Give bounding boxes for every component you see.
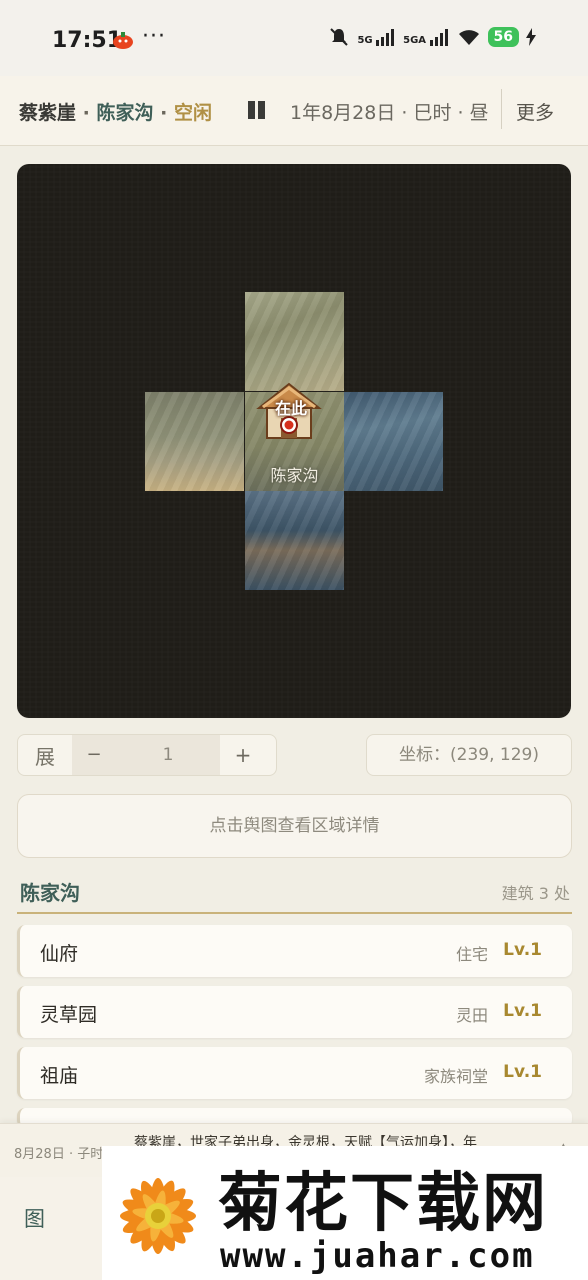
location-name[interactable]: 陈家沟 [96,102,153,124]
building-type: 灵田 [455,1006,488,1025]
building-name: 仙府 [40,943,79,965]
map-tile-east[interactable] [344,392,443,491]
player-name[interactable]: 蔡紫崖 [19,102,76,124]
building-count: 建筑 3 处 [501,884,570,903]
building-type: 家族祠堂 [423,1067,488,1086]
more-button[interactable]: 更多 [516,98,554,125]
section-divider [17,912,572,914]
building-name: 祖庙 [40,1065,79,1087]
zoom-label: 展 [35,744,55,769]
building-type: 住宅 [455,945,488,964]
game-header: 蔡紫崖 · 陈家沟 · 空闲 1年8月28日 · 巳时 · 昼 更多 [0,76,588,146]
map-tile-south[interactable] [245,491,344,590]
building-level: Lv.1 [503,1062,542,1082]
watermark-url: www.juahar.com [220,1236,535,1276]
separator: · [160,102,168,124]
map-tile-west[interactable] [145,392,244,491]
signal-5g-icon: 5G [357,28,396,46]
building-item[interactable]: 灵草园 灵田 Lv.1 [17,986,572,1038]
log-timestamp: 8月28日 · 子时 [14,1147,104,1162]
separator: · [82,102,90,124]
watermark-title: 菊花下载网 [218,1167,548,1241]
region-detail-button[interactable]: 点击舆图查看区域详情 [17,794,572,858]
game-date: 1年8月28日 · 巳时 · 昼 [290,102,489,124]
map-tile-north[interactable] [245,292,344,391]
current-location-marker: 在此 [275,399,308,418]
coordinates-display: 坐标：(239, 129) [366,734,572,776]
building-level: Lv.1 [503,1001,542,1021]
app-notification-icon [113,32,133,49]
building-level: Lv.1 [503,940,542,960]
building-name: 灵草园 [40,1004,98,1026]
chrysanthemum-logo-icon [120,1178,196,1254]
status-bar: 17:51 ··· 5G 5GA 56 [0,0,588,76]
building-item[interactable]: 祖庙 家族祠堂 Lv.1 [17,1047,572,1099]
player-status: 空闲 [173,102,212,124]
map-place-label: 陈家沟 [270,466,319,485]
watermark-overlay: 菊花下载网 www.juahar.com [102,1146,588,1280]
signal-5ga-icon: 5GA [403,28,449,46]
zoom-value: 1 [116,735,220,775]
status-more-dots: ··· [142,24,166,49]
header-breadcrumb: 蔡紫崖 · 陈家沟 · 空闲 [19,98,212,125]
building-item[interactable]: 仙府 住宅 Lv.1 [17,925,572,977]
zoom-in-button[interactable]: + [220,735,266,775]
battery-level: 56 [487,27,519,47]
zoom-out-button[interactable]: − [72,735,116,775]
pause-button[interactable] [247,101,267,119]
mute-icon [330,28,349,46]
region-title: 陈家沟 [20,881,80,905]
world-map[interactable]: 在此 陈家沟 [17,164,571,718]
nav-map-tab[interactable]: 图 [24,1203,45,1233]
status-icons: 5G 5GA 56 [328,26,536,48]
charging-icon [526,28,536,46]
zoom-control: 展 − 1 + [17,734,277,776]
header-divider [501,89,502,129]
wifi-icon [458,30,479,45]
